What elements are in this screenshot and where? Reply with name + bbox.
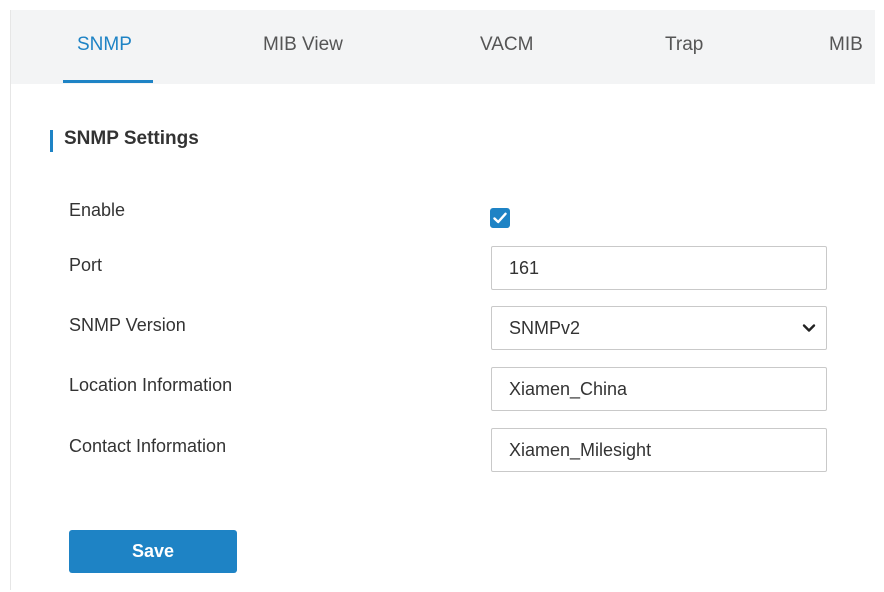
tab-mib-view[interactable]: MIB View <box>263 34 343 56</box>
snmp-version-value: SNMPv2 <box>509 318 581 338</box>
tab-bar: SNMP MIB View VACM Trap MIB <box>11 10 875 84</box>
contact-info-label: Contact Information <box>69 436 227 456</box>
enable-checkbox[interactable] <box>490 208 510 228</box>
location-info-input[interactable] <box>491 367 827 411</box>
port-input[interactable] <box>491 246 827 290</box>
section-title: SNMP Settings <box>64 128 199 149</box>
checkmark-icon <box>493 212 507 224</box>
active-tab-indicator <box>63 80 153 83</box>
tab-snmp[interactable]: SNMP <box>77 34 132 56</box>
snmp-panel: SNMP MIB View VACM Trap MIB SNMP Setting… <box>10 10 875 590</box>
snmp-version-select[interactable]: SNMPv2 <box>491 306 827 350</box>
location-info-label: Location Information <box>69 375 233 395</box>
contact-info-input[interactable] <box>491 428 827 472</box>
port-label: Port <box>69 255 103 275</box>
save-button[interactable]: Save <box>69 530 237 573</box>
chevron-down-icon <box>802 324 816 332</box>
tab-mib[interactable]: MIB <box>829 34 863 56</box>
snmp-version-label: SNMP Version <box>69 315 186 335</box>
enable-label: Enable <box>69 200 126 220</box>
tab-trap[interactable]: Trap <box>665 34 703 56</box>
tab-vacm[interactable]: VACM <box>480 34 533 56</box>
